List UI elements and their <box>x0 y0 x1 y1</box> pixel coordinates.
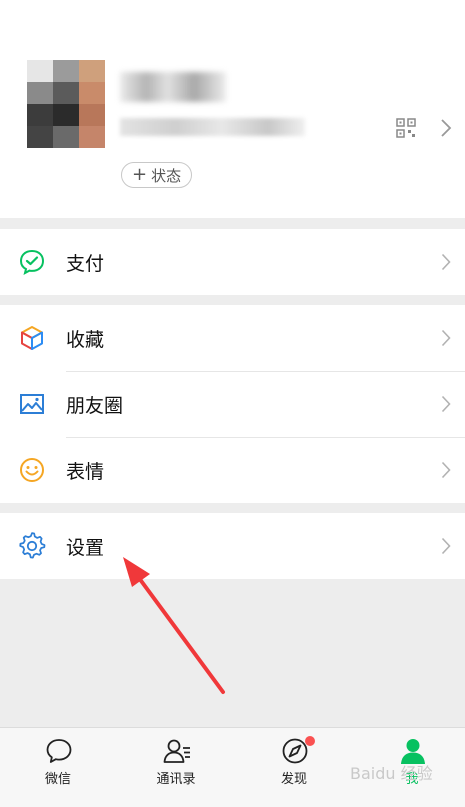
menu-label-moments: 朋友圈 <box>66 394 124 417</box>
watermark-text: Baidu 经验 <box>350 764 433 783</box>
notification-badge-dot <box>305 736 315 746</box>
menu-group-content: 收藏 朋友圈 表情 <box>0 305 465 503</box>
bottom-tab-bar: 微信 通讯录 发现 我 Baidu 经验 <box>0 727 465 807</box>
image-landscape-icon <box>20 394 44 414</box>
plus-icon: + <box>132 164 148 185</box>
chevron-right-icon <box>441 537 451 555</box>
wechat-id-blurred <box>120 118 305 136</box>
chat-bubble-icon <box>46 739 72 763</box>
smiley-face-icon <box>20 458 44 482</box>
menu-group-settings: 设置 <box>0 513 465 579</box>
menu-label-stickers: 表情 <box>66 460 105 483</box>
nickname-blurred <box>120 72 226 102</box>
qr-code-icon[interactable] <box>396 118 416 138</box>
menu-item-settings[interactable]: 设置 <box>0 513 465 579</box>
profile-header[interactable]: + 状态 <box>0 0 465 218</box>
contacts-icon <box>163 739 190 763</box>
tab-contacts[interactable]: 通讯录 <box>136 728 216 807</box>
menu-label-settings: 设置 <box>66 536 105 559</box>
tab-label: 通讯录 <box>156 772 196 787</box>
menu-item-stickers[interactable]: 表情 <box>0 437 465 503</box>
menu-label-favorites: 收藏 <box>66 328 105 351</box>
menu-group-pay: 支付 <box>0 229 465 295</box>
tab-discover[interactable]: 发现 <box>254 728 334 807</box>
chevron-right-icon <box>441 461 451 479</box>
add-status-button[interactable]: + 状态 <box>121 162 193 188</box>
tab-label: 发现 <box>280 772 307 787</box>
favorites-cube-icon <box>21 326 43 350</box>
chevron-right-icon <box>441 253 451 271</box>
tab-chats[interactable]: 微信 <box>18 728 98 807</box>
chevron-right-icon <box>441 395 451 413</box>
status-button-label: 状态 <box>151 166 182 185</box>
menu-item-moments[interactable]: 朋友圈 <box>0 371 465 437</box>
gear-icon <box>19 532 46 559</box>
wechat-pay-icon <box>19 249 45 275</box>
chevron-right-icon <box>441 119 452 137</box>
tab-label: 微信 <box>44 772 71 787</box>
chevron-right-icon <box>441 329 451 347</box>
menu-item-pay[interactable]: 支付 <box>0 229 465 295</box>
menu-item-favorites[interactable]: 收藏 <box>0 305 465 371</box>
avatar[interactable] <box>27 60 105 148</box>
menu-label-pay: 支付 <box>66 252 105 275</box>
